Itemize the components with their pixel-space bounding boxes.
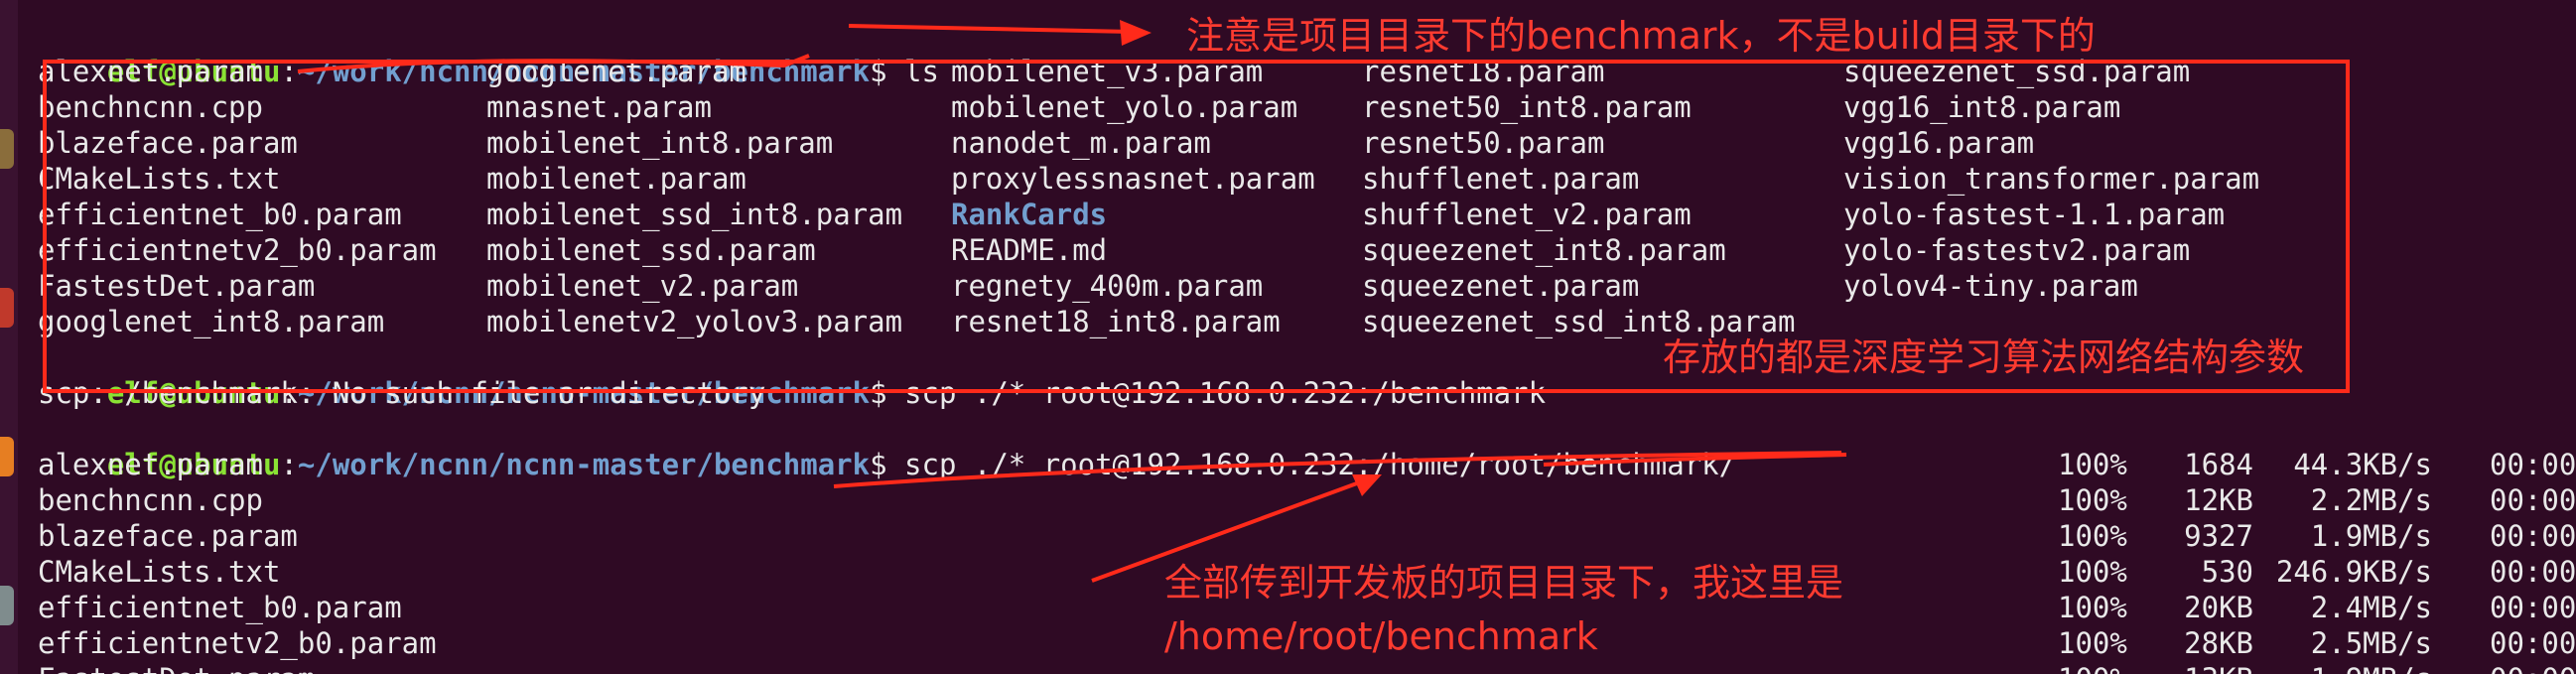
- ls-entry: yolo-fastestv2.param: [1843, 233, 2191, 267]
- transfer-speed: 2.5MB/s: [2310, 626, 2432, 660]
- ls-entry: benchncnn.cpp: [38, 90, 263, 124]
- ls-entry: mobilenetv2_yolov3.param: [486, 305, 903, 338]
- ls-entry: vgg16.param: [1843, 126, 2035, 160]
- transfer-size: 28KB: [2184, 626, 2253, 660]
- transfer-speed: 44.3KB/s: [2293, 448, 2432, 481]
- transfer-speed: 1.9MB/s: [2310, 519, 2432, 553]
- ls-entry: vgg16_int8.param: [1843, 90, 2121, 124]
- transfer-file-name: alexnet.param: [38, 448, 263, 481]
- scp-error-line: scp: /benchmark: No such file or directo…: [38, 376, 766, 410]
- transfer-size: 13KB: [2124, 661, 2253, 674]
- command-scp-2: scp ./* root@192.168.0.232:/home/root/be…: [886, 448, 1737, 481]
- ls-entry: googlenet.param: [486, 55, 746, 88]
- ls-entry: mobilenet_int8.param: [486, 126, 834, 160]
- launcher-app-icon[interactable]: [0, 437, 14, 476]
- ls-entry: shufflenet_v2.param: [1362, 198, 1692, 231]
- transfer-size: 20KB: [2184, 591, 2253, 624]
- launcher-app-icon[interactable]: [0, 129, 14, 169]
- ls-entry: efficientnet_b0.param: [38, 198, 402, 231]
- ls-entry: CMakeLists.txt: [38, 162, 281, 196]
- ls-entry: README.md: [951, 233, 1108, 267]
- launcher-app-icon[interactable]: [0, 586, 14, 625]
- ls-entry: yolo-fastest-1.1.param: [1843, 198, 2226, 231]
- transfer-percent: 100%: [2058, 483, 2127, 517]
- annotation-note-top: 注意是项目目录下的benchmark，不是build目录下的: [1186, 14, 2096, 58]
- prompt-symbol: $: [870, 55, 887, 88]
- ls-entry: resnet50.param: [1362, 126, 1605, 160]
- ls-entry: nanodet_m.param: [951, 126, 1211, 160]
- transfer-file-name: efficientnet_b0.param: [38, 591, 402, 624]
- ls-entry: squeezenet_int8.param: [1362, 233, 1726, 267]
- transfer-percent: 100%: [2058, 661, 2127, 674]
- ls-entry: regnety_400m.param: [951, 269, 1264, 303]
- ls-entry: mobilenet_ssd.param: [486, 233, 816, 267]
- launcher-app-icon[interactable]: [0, 288, 14, 328]
- transfer-file-name: FastestDet.param: [38, 661, 315, 674]
- transfer-file-name: CMakeLists.txt: [38, 555, 281, 589]
- transfer-speed: 1.9MB/s: [2273, 661, 2432, 674]
- transfer-speed: 2.4MB/s: [2310, 591, 2432, 624]
- transfer-time: 00:00: [2490, 591, 2576, 624]
- transfer-percent: 100%: [2058, 448, 2127, 481]
- annotation-note-box: 存放的都是深度学习算法网络结构参数: [1663, 336, 2305, 379]
- prompt-symbol: $: [870, 448, 887, 481]
- ls-entry: alexnet.param: [38, 55, 263, 88]
- prompt-symbol: $: [870, 376, 887, 410]
- ls-entry: resnet18_int8.param: [951, 305, 1281, 338]
- transfer-file-name: blazeface.param: [38, 519, 298, 553]
- transfer-size: 530: [2201, 555, 2253, 589]
- ls-entry: efficientnetv2_b0.param: [38, 233, 437, 267]
- transfer-percent: 100%: [2058, 591, 2127, 624]
- transfer-percent: 100%: [2058, 555, 2127, 589]
- transfer-size: 12KB: [2184, 483, 2253, 517]
- prompt-path: ~/work/ncnn/ncnn-master/benchmark: [297, 448, 871, 481]
- prompt-separator: :: [280, 55, 298, 88]
- ls-entry: FastestDet.param: [38, 269, 316, 303]
- transfer-file-name: benchncnn.cpp: [38, 483, 263, 517]
- ls-entry: vision_transformer.param: [1843, 162, 2260, 196]
- prompt-line-ls: elf@ubuntu:~/work/ncnn/ncnn-master/bench…: [38, 18, 939, 88]
- transfer-percent: 100%: [2058, 626, 2127, 660]
- transfer-size: 1684: [2184, 448, 2253, 481]
- prompt-line-scp-2: elf@ubuntu:~/work/ncnn/ncnn-master/bench…: [38, 411, 1736, 481]
- transfer-speed: 2.2MB/s: [2310, 483, 2432, 517]
- ls-entry: mobilenet_ssd_int8.param: [486, 198, 903, 231]
- ls-entry: mobilenet_v2.param: [486, 269, 799, 303]
- ls-entry: yolov4-tiny.param: [1843, 269, 2138, 303]
- transfer-time: 00:00: [2490, 483, 2576, 517]
- launcher-edge: [0, 0, 18, 674]
- ls-entry: mnasnet.param: [486, 90, 712, 124]
- arrow-top-head: [1120, 20, 1152, 46]
- prompt-line-scp-1: elf@ubuntu:~/work/ncnn/ncnn-master/bench…: [38, 339, 1546, 410]
- ls-entry: blazeface.param: [38, 126, 298, 160]
- ls-entry: shufflenet.param: [1362, 162, 1640, 196]
- transfer-percent: 100%: [2058, 519, 2127, 553]
- transfer-time: 00:00: [2490, 626, 2576, 660]
- ls-entry: squeezenet.param: [1362, 269, 1640, 303]
- ls-entry: proxylessnasnet.param: [951, 162, 1315, 196]
- ls-entry: mobilenet_yolo.param: [951, 90, 1298, 124]
- prompt-separator: :: [280, 448, 298, 481]
- ls-entry: mobilenet.param: [486, 162, 746, 196]
- transfer-time: 00:00: [2490, 519, 2576, 553]
- command-scp-1: scp ./* root@192.168.0.232:/benchmark: [886, 376, 1547, 410]
- transfer-speed: 246.9KB/s: [2275, 555, 2432, 589]
- annotation-note-bottom-2: /home/root/benchmark: [1164, 614, 1598, 658]
- transfer-time: 00:00: [2490, 661, 2576, 674]
- ls-entry: googlenet_int8.param: [38, 305, 385, 338]
- transfer-time: 00:00: [2490, 448, 2576, 481]
- transfer-file-name: efficientnetv2_b0.param: [38, 626, 437, 660]
- ls-entry: RankCards: [951, 198, 1108, 231]
- ls-entry: resnet50_int8.param: [1362, 90, 1692, 124]
- annotation-note-bottom-1: 全部传到开发板的项目目录下，我这里是: [1164, 561, 1844, 605]
- command-ls: ls: [886, 55, 939, 88]
- transfer-time: 00:00: [2490, 555, 2576, 589]
- transfer-size: 9327: [2184, 519, 2253, 553]
- terminal-window[interactable]: elf@ubuntu:~/work/ncnn/ncnn-master/bench…: [0, 0, 2576, 674]
